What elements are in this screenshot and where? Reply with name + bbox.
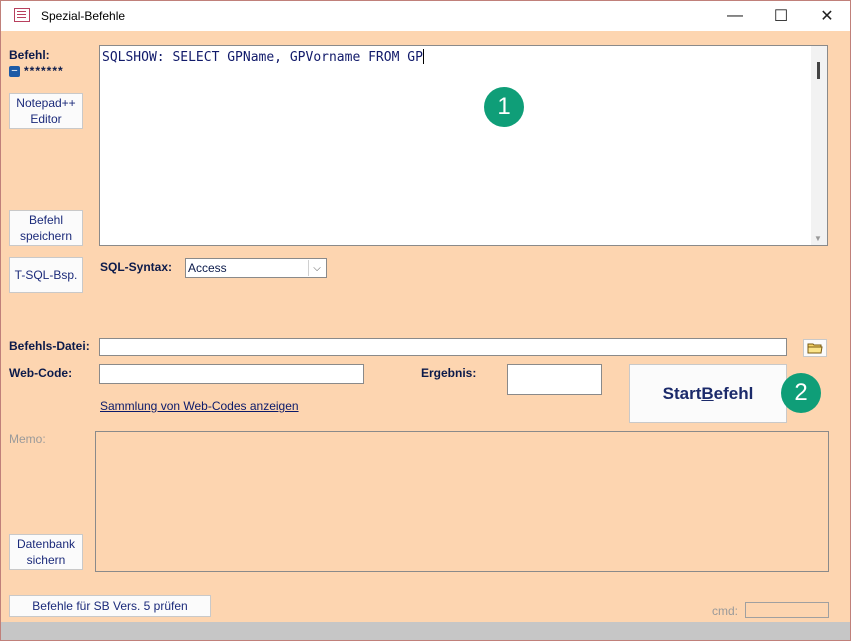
marker-1: 1 [484, 87, 524, 127]
title-bar: Spezial-Befehle — ☐ ✕ [1, 1, 850, 31]
notepad-editor-button[interactable]: Notepad++ Editor [9, 93, 83, 129]
memo-field[interactable] [95, 431, 829, 572]
tsql-example-button[interactable]: T-SQL-Bsp. [9, 257, 83, 293]
webcodes-collection-link[interactable]: Sammlung von Web-Codes anzeigen [100, 399, 299, 413]
text-caret [422, 49, 424, 64]
webcode-input[interactable] [99, 364, 364, 384]
befehl-label: Befehl: [9, 48, 50, 62]
cmd-label: cmd: [712, 604, 739, 618]
start-button-hotkey: B [701, 383, 714, 403]
maximize-button[interactable]: ☐ [758, 1, 804, 31]
start-command-button[interactable]: Start Befehl [629, 364, 787, 423]
marker-2: 2 [781, 373, 821, 413]
scrollbar-thumb[interactable] [817, 62, 820, 79]
masked-command-value: ******* [24, 64, 64, 78]
result-label: Ergebnis: [421, 366, 477, 380]
start-button-label-rest: efehl [713, 383, 754, 403]
backup-database-button[interactable]: Datenbank sichern [9, 534, 83, 570]
collapse-icon[interactable]: − [9, 66, 20, 77]
cmd-field[interactable] [745, 602, 829, 618]
editor-scrollbar[interactable]: ▼ [811, 46, 827, 245]
memo-label: Memo: [9, 432, 46, 446]
folder-icon [807, 343, 823, 354]
command-file-label: Befehls-Datei: [9, 339, 90, 353]
window-title: Spezial-Befehle [41, 9, 126, 23]
close-button[interactable]: ✕ [804, 1, 850, 31]
save-command-button[interactable]: Befehl speichern [9, 210, 83, 246]
form-area: Befehl: − ******* Notepad++ Editor Befeh… [1, 32, 850, 622]
sql-syntax-value: Access [188, 261, 227, 275]
check-commands-button[interactable]: Befehle für SB Vers. 5 prüfen [9, 595, 211, 617]
start-button-label: Start [662, 383, 702, 403]
sql-command-text: SQLSHOW: SELECT GPName, GPVorname FROM G… [102, 49, 424, 65]
app-window: Spezial-Befehle — ☐ ✕ Befehl: − ******* … [0, 0, 851, 641]
minimize-icon: — [727, 7, 743, 24]
command-file-input[interactable] [99, 338, 787, 356]
maximize-icon: ☐ [773, 8, 789, 25]
scroll-down-icon[interactable]: ▼ [814, 234, 822, 243]
result-field[interactable] [507, 364, 602, 395]
chevron-down-icon[interactable]: ⌵ [308, 260, 325, 276]
form-icon [14, 8, 30, 22]
browse-file-button[interactable] [803, 339, 827, 357]
sql-syntax-select[interactable]: Access ⌵ [185, 258, 327, 278]
close-icon: ✕ [820, 8, 834, 25]
status-bar [1, 622, 850, 640]
sql-command-editor[interactable]: SQLSHOW: SELECT GPName, GPVorname FROM G… [99, 45, 828, 246]
minimize-button[interactable]: — [712, 1, 758, 31]
webcode-label: Web-Code: [9, 366, 73, 380]
sql-syntax-label: SQL-Syntax: [100, 260, 173, 274]
